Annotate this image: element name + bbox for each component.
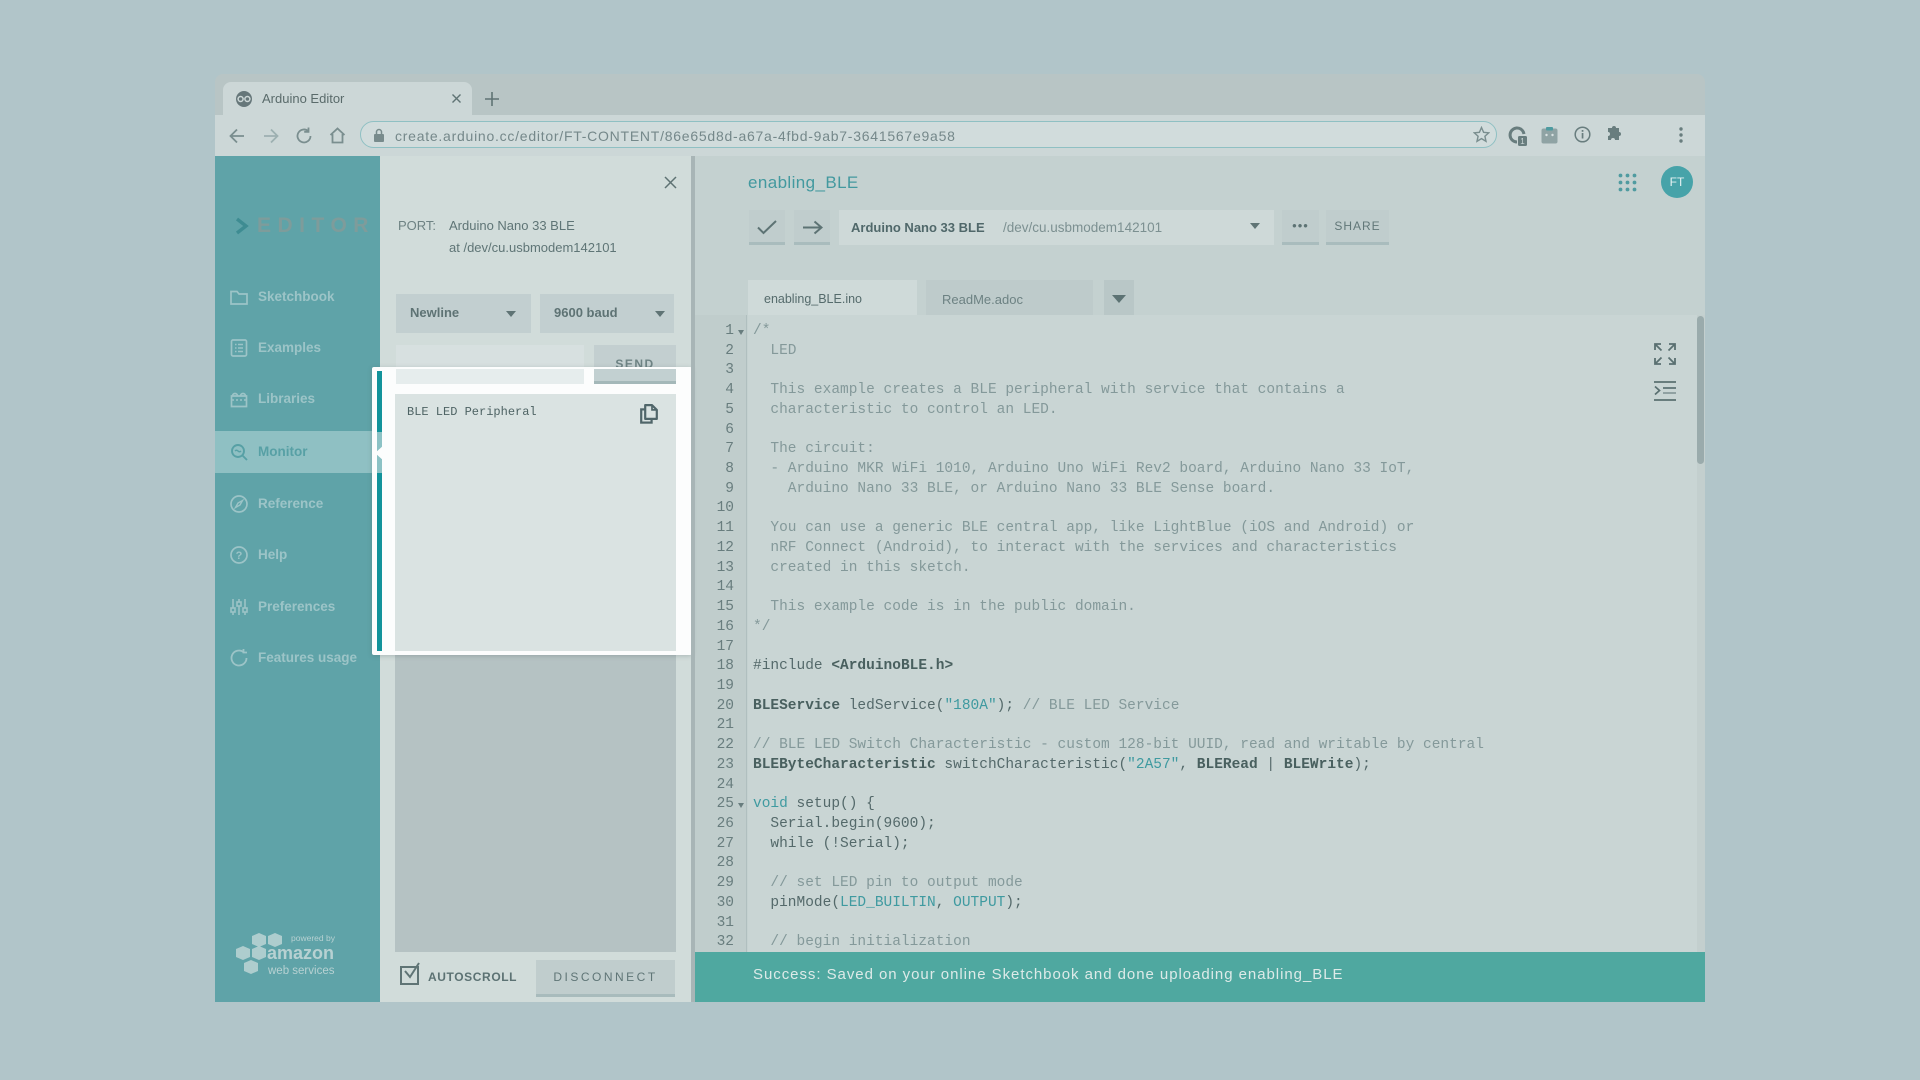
- svg-text:1: 1: [1520, 137, 1525, 146]
- svg-text:?: ?: [236, 550, 243, 562]
